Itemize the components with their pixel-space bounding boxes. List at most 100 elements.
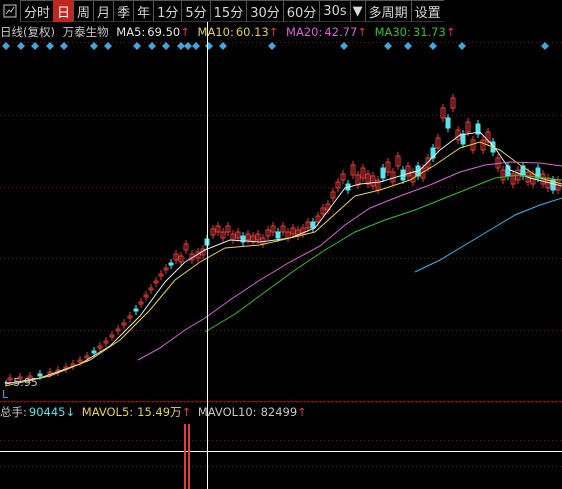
signal-diamond-icon (219, 42, 227, 50)
period-tab-1min[interactable]: 1分 (153, 0, 182, 22)
ma20-line (137, 161, 562, 361)
ma10-line (4, 141, 562, 387)
candle-body (340, 173, 346, 181)
volume-bar (184, 424, 186, 489)
candle-body (455, 129, 461, 141)
candle-body (37, 373, 43, 377)
signal-diamond-icon (90, 42, 98, 50)
period-toolbar: 分时 日 周 月 季 年 1分 5分 15分 30分 60分 30s ▼ 多周期… (0, 0, 562, 22)
period-tab-quarter[interactable]: 季 (113, 0, 134, 22)
candle-body (55, 369, 61, 373)
candle-body (295, 229, 301, 237)
candle-body (410, 171, 416, 183)
signal-diamond-icon (205, 42, 213, 50)
candle-body (405, 165, 411, 177)
candle-body (515, 169, 521, 181)
period-type-label: 日线(复权) (0, 25, 55, 39)
candle-body (275, 231, 281, 239)
candle-body (385, 161, 391, 173)
candle-body (245, 233, 251, 241)
candle-body (121, 322, 127, 326)
candle-body (415, 165, 421, 177)
candle-body (440, 107, 446, 119)
candle-body (250, 235, 256, 243)
candle-body (97, 345, 103, 349)
candle-body (215, 225, 221, 233)
candle-body (148, 287, 154, 291)
signal-diamond-icon (17, 42, 25, 50)
signal-diamond-icon (162, 42, 170, 50)
candle-body (158, 273, 164, 277)
period-tab-year[interactable]: 年 (133, 0, 154, 22)
period-tab-day[interactable]: 日 (53, 0, 74, 22)
signal-diamond-icon (148, 42, 156, 50)
period-tab-60min[interactable]: 60分 (282, 0, 320, 22)
ma60-line (414, 197, 562, 273)
ma5-line (4, 131, 562, 385)
period-tab-15min[interactable]: 15分 (209, 0, 247, 22)
chart-menu-icon[interactable] (0, 0, 20, 22)
candle-body (260, 237, 266, 245)
candle-body (390, 171, 396, 183)
candle-body (420, 167, 426, 179)
candle-body (430, 147, 436, 159)
candle-body (290, 227, 296, 235)
period-dropdown-arrow[interactable]: ▼ (349, 0, 365, 22)
signal-diamond-icon (458, 42, 466, 50)
candle-body (183, 243, 189, 251)
candle-body (204, 238, 210, 246)
ma10-legend: MA10: 60.13↑ (197, 25, 279, 39)
candle-body (425, 157, 431, 169)
candle-body (220, 231, 226, 239)
multi-period-button[interactable]: 多周期 (364, 0, 411, 22)
candle-body (320, 207, 326, 215)
candle-body (315, 215, 321, 223)
signal-diamond-icon (60, 42, 68, 50)
ma-legend: 日线(复权) 万泰生物 MA5: 69.50↑ MA10: 60.13↑ MA20:… (0, 24, 562, 40)
ma20-legend: MA20: 42.77↑ (286, 25, 367, 39)
candle-body (230, 233, 236, 241)
candle-body (545, 177, 551, 189)
candle-body (535, 167, 541, 179)
candle-body (225, 225, 231, 233)
candle-body (465, 121, 471, 133)
candle-body (550, 179, 556, 191)
period-tab-intraday[interactable]: 分时 (20, 0, 54, 22)
candle-body (109, 334, 115, 338)
candle-body (127, 315, 133, 319)
candle-body (153, 280, 159, 284)
candle-body (310, 221, 316, 229)
period-tab-30min[interactable]: 30分 (246, 0, 283, 22)
signal-diamond-icon (192, 42, 200, 50)
candle-body (380, 167, 386, 179)
candle-body (375, 179, 381, 191)
candle-body (470, 139, 476, 151)
candle-body (495, 157, 501, 169)
settings-button[interactable]: 设置 (410, 0, 444, 22)
ma30-line (204, 174, 562, 333)
caret-down-icon: ▼ (352, 3, 363, 19)
signal-diamond-icon (429, 42, 437, 50)
candle-body (285, 231, 291, 239)
candle-body (63, 366, 69, 370)
period-tab-5min[interactable]: 5分 (181, 0, 210, 22)
period-tab-week[interactable]: 周 (73, 0, 94, 22)
mavol10-legend: MAVOL10: 82499↑ (197, 405, 307, 419)
period-tab-month[interactable]: 月 (93, 0, 114, 22)
candle-body (189, 253, 195, 261)
candle-body (325, 203, 331, 211)
candle-body (115, 328, 121, 332)
candle-body (450, 97, 456, 109)
candle-body (240, 235, 246, 243)
l-label: L (2, 388, 9, 401)
candle-body (265, 229, 271, 237)
candle-body (47, 371, 53, 375)
candle-body (365, 173, 371, 185)
candle-body (173, 253, 179, 261)
signal-diamond-icon (104, 42, 112, 50)
candle-body (485, 131, 491, 143)
signal-diamond-icon (2, 42, 10, 50)
period-tab-30s[interactable]: 30s (319, 0, 350, 22)
candle-body (395, 155, 401, 167)
candle-body (490, 141, 496, 153)
